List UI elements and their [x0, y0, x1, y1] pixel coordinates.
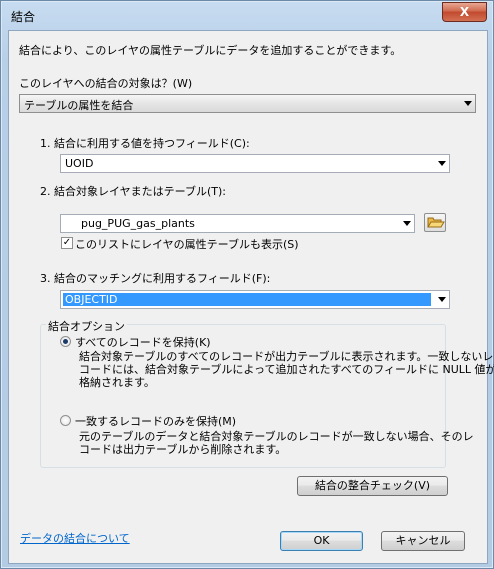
close-button[interactable]: X — [442, 2, 487, 22]
keep-all-radio[interactable] — [60, 336, 71, 347]
keep-all-desc-1: 結合対象テーブルのすべてのレコードが出力テーブルに表示されます。一致しないレ — [79, 350, 494, 363]
join-dialog: 結合 X 結合により、このレイヤの属性テーブルにデータを追加することができます。… — [0, 0, 494, 569]
step2-label: 2. 結合対象レイヤまたはテーブル(T): — [40, 185, 227, 198]
keep-all-desc-3: 格納されます。 — [79, 376, 155, 389]
chevron-down-icon — [438, 297, 446, 302]
dialog-body: 結合により、このレイヤの属性テーブルにデータを追加することができます。 このレイ… — [8, 30, 494, 564]
window-title: 結合 — [11, 10, 36, 24]
chevron-down-icon — [403, 221, 411, 226]
join-help-link[interactable]: データの結合について — [20, 530, 130, 546]
selection-highlight — [63, 293, 431, 306]
show-attribute-tables-checkbox[interactable]: ✓ — [61, 237, 73, 249]
join-target-value: テーブルの属性を結合 — [24, 99, 134, 112]
step1-label: 1. 結合に利用する値を持つフィールド(C): — [40, 137, 250, 150]
chevron-down-icon — [464, 101, 472, 106]
join-target-dropdown[interactable]: テーブルの属性を結合 — [19, 94, 476, 113]
step2-table-dropdown[interactable]: pug_PUG_gas_plants — [60, 214, 415, 233]
cancel-button[interactable]: キャンセル — [381, 531, 465, 551]
step3-label: 3. 結合のマッチングに利用するフィールド(F): — [40, 272, 271, 285]
step1-field-dropdown[interactable]: UOID — [60, 154, 450, 173]
keep-matching-desc-1: 元のテーブルのデータと結合対象テーブルのレコードが一致しない場合、そのレ — [79, 430, 474, 443]
step2-value: pug_PUG_gas_plants — [81, 217, 195, 230]
keep-all-desc-2: コードには、結合対象テーブルによって追加されたすべてのフィールドに NULL 値… — [79, 363, 494, 376]
keep-all-label: すべてのレコードを保持(K) — [75, 336, 211, 349]
chevron-down-icon — [438, 161, 446, 166]
join-target-label: このレイヤへの結合の対象は？(W) — [19, 77, 193, 90]
keep-matching-desc-2: コードは出力テーブルから削除されます。 — [79, 443, 287, 456]
folder-open-icon — [427, 217, 445, 228]
browse-button[interactable] — [424, 213, 446, 232]
keep-matching-radio[interactable] — [60, 415, 71, 426]
intro-text: 結合により、このレイヤの属性テーブルにデータを追加することができます。 — [19, 44, 402, 57]
step3-field-dropdown[interactable]: OBJECTID — [60, 290, 450, 309]
step3-value: OBJECTID — [65, 293, 118, 306]
step1-value: UOID — [65, 157, 94, 170]
ok-button[interactable]: OK — [280, 531, 363, 551]
keep-matching-label: 一致するレコードのみを保持(M) — [75, 415, 237, 428]
show-attribute-tables-label: このリストにレイヤの属性テーブルも表示(S) — [75, 238, 299, 251]
join-options-title: 結合オプション — [46, 318, 127, 334]
validate-join-button[interactable]: 結合の整合チェック(V) — [297, 476, 448, 496]
title-bar[interactable]: 結合 X — [1, 1, 493, 29]
